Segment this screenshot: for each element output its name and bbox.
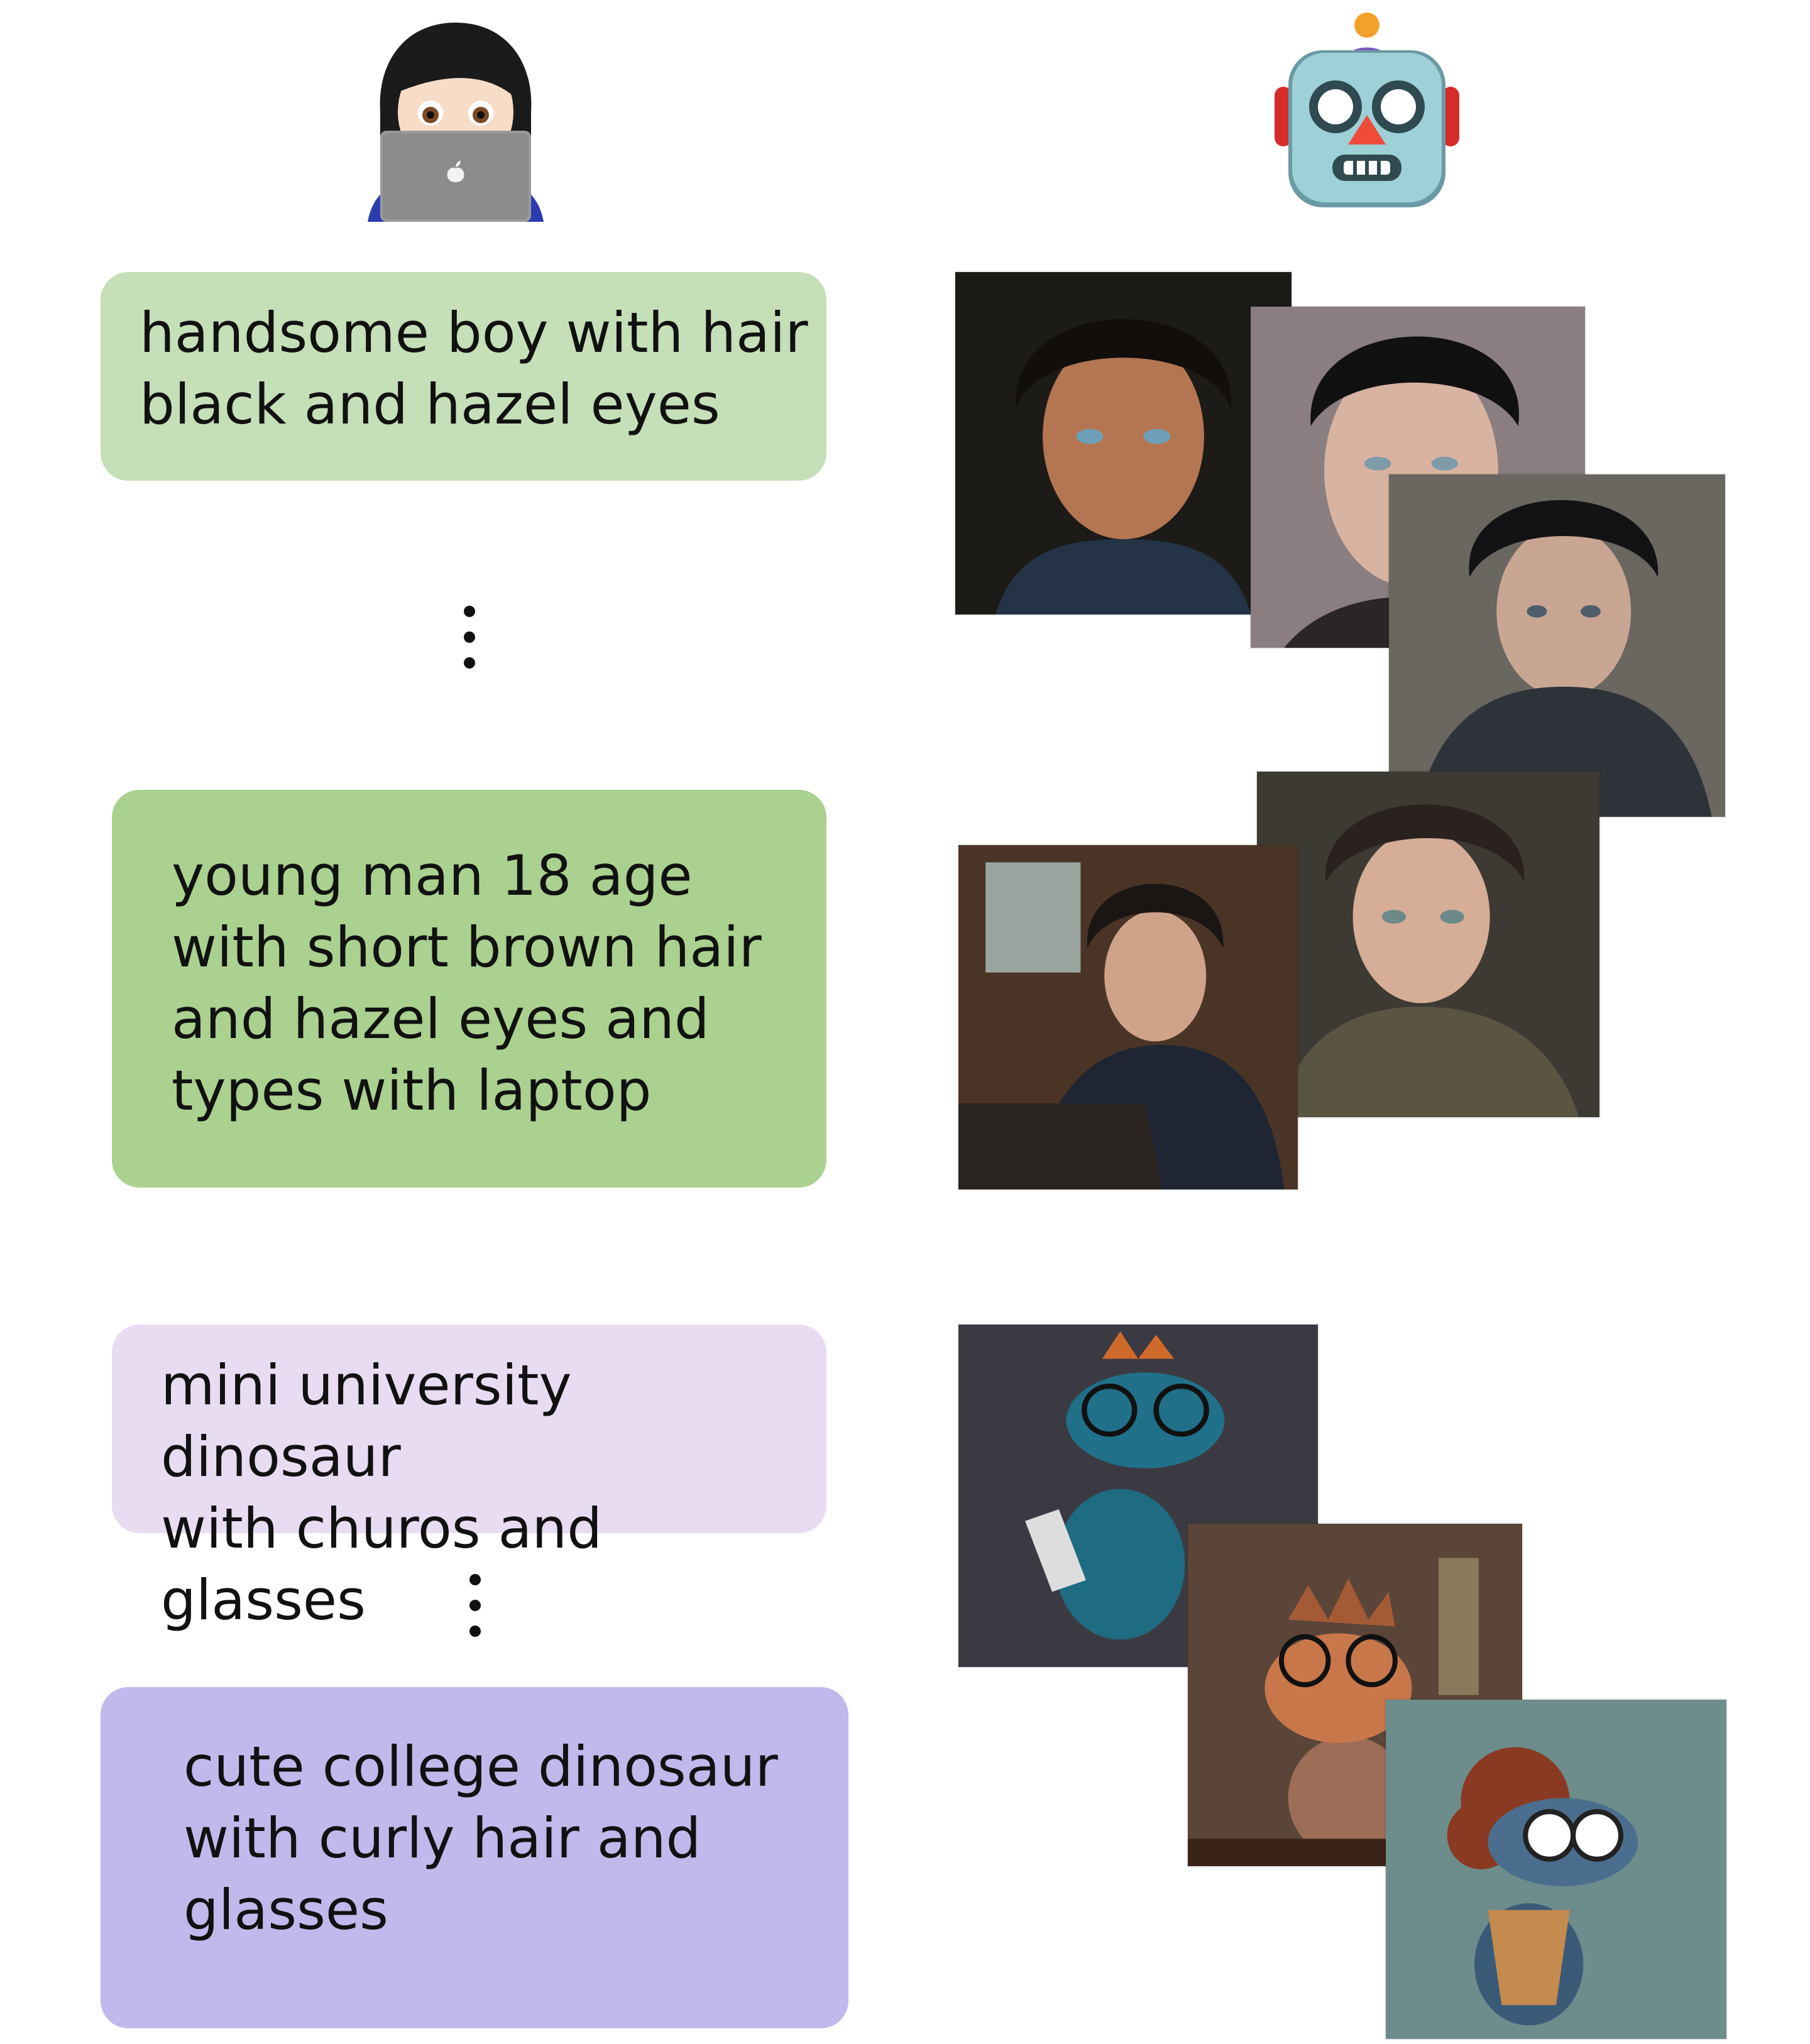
boy-portrait-image-1 [955, 272, 1292, 615]
robot-icon [1270, 11, 1464, 212]
young-man-laptop-image-2 [958, 845, 1298, 1189]
prompt-bubble-1: handsome boy with hair black and hazel e… [101, 272, 826, 481]
vertical-ellipsis-icon [469, 1574, 481, 1651]
young-man-laptop-image-1 [1257, 772, 1599, 1117]
prompt-text-4: cute college dinosaur with curly hair an… [184, 1734, 778, 1942]
prompt-text-1: handsome boy with hair black and hazel e… [140, 300, 808, 437]
prompt-text-2: young man 18 age with short brown hair a… [172, 843, 762, 1123]
prompt-bubble-4: cute college dinosaur with curly hair an… [101, 1687, 848, 2028]
prompt-bubble-3: mini university dinosaur with churos and… [112, 1325, 826, 1632]
prompt-bubble-2: young man 18 age with short brown hair a… [112, 790, 826, 1188]
dinosaur-glasses-image-2 [1386, 1700, 1726, 2039]
woman-technologist-icon [361, 18, 550, 222]
prompt-text-3: mini university dinosaur with churos and… [161, 1353, 603, 1632]
boy-portrait-image-3 [1389, 474, 1725, 817]
vertical-ellipsis-icon [464, 606, 475, 683]
